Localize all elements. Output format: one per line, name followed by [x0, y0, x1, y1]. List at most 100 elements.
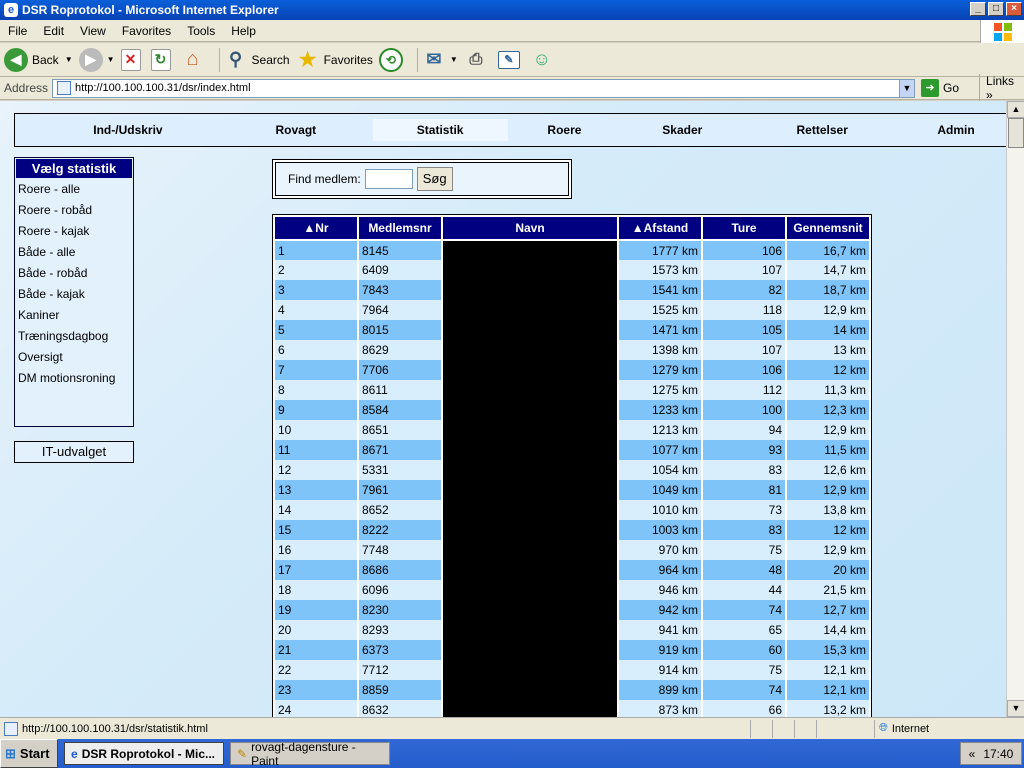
- cell-navn: [441, 660, 619, 680]
- search-button[interactable]: ⚲ Search: [224, 48, 290, 72]
- messenger-button[interactable]: ☺: [530, 48, 558, 72]
- cell-medlemsnr: 8629: [357, 340, 443, 360]
- cell-ture: 83: [701, 520, 787, 540]
- menu-file[interactable]: File: [0, 24, 35, 38]
- windows-logo-icon: [980, 20, 1024, 44]
- cell-gennemsnit: 12,1 km: [785, 660, 871, 680]
- home-button[interactable]: ⌂: [181, 48, 209, 72]
- cell-gennemsnit: 21,5 km: [785, 580, 871, 600]
- nav-rettelser[interactable]: Rettelser: [769, 119, 875, 141]
- menu-view[interactable]: View: [72, 24, 114, 38]
- nav-admin[interactable]: Admin: [903, 119, 1006, 141]
- cell-navn: [441, 580, 619, 600]
- stat-menu-item[interactable]: Kaniner: [15, 305, 133, 326]
- maximize-button[interactable]: □: [988, 2, 1004, 16]
- cell-nr: 12: [273, 460, 359, 480]
- history-icon: ⟲: [378, 47, 403, 72]
- cell-navn: [441, 440, 619, 460]
- stat-menu-item[interactable]: Roere - robåd: [15, 200, 133, 221]
- forward-button[interactable]: ▶ ▼: [78, 47, 115, 72]
- tray-expand-icon[interactable]: «: [969, 747, 976, 761]
- links-button[interactable]: Links »: [979, 74, 1024, 102]
- stop-icon: ✕: [120, 48, 141, 71]
- table-row: 3 7843 1541 km 82 18,7 km: [273, 280, 871, 300]
- go-button[interactable]: ➜ Go: [921, 79, 959, 97]
- scroll-thumb[interactable]: [1008, 118, 1024, 148]
- stat-menu-item[interactable]: Roere - kajak: [15, 221, 133, 242]
- address-dropdown-icon[interactable]: ▼: [899, 79, 914, 97]
- cell-medlemsnr: 8222: [357, 520, 443, 540]
- cell-navn: [441, 380, 619, 400]
- find-member-input[interactable]: [364, 169, 413, 189]
- print-button[interactable]: ⎙: [464, 48, 492, 72]
- vertical-scrollbar[interactable]: ▲ ▼: [1006, 101, 1024, 717]
- stat-menu-item[interactable]: Både - alle: [15, 242, 133, 263]
- col-ture-header[interactable]: Ture: [701, 215, 787, 241]
- cell-medlemsnr: 8015: [357, 320, 443, 340]
- cell-nr: 22: [273, 660, 359, 680]
- col-medlemsnr-header[interactable]: Medlemsnr: [357, 215, 443, 241]
- cell-gennemsnit: 12,9 km: [785, 420, 871, 440]
- menu-edit[interactable]: Edit: [35, 24, 72, 38]
- minimize-button[interactable]: _: [970, 2, 986, 16]
- stop-button[interactable]: ✕: [120, 48, 145, 71]
- table-row: 1 8145 1777 km 106 16,7 km: [273, 240, 871, 260]
- table-row: 15 8222 1003 km 83 12 km: [273, 520, 871, 540]
- nav-statistik[interactable]: Statistik: [372, 119, 508, 141]
- menu-help[interactable]: Help: [223, 24, 264, 38]
- favorites-button[interactable]: ★ Favorites: [296, 48, 373, 72]
- back-button[interactable]: ◀ Back ▼: [4, 47, 73, 72]
- mail-button[interactable]: ✉ ▼: [422, 48, 457, 72]
- menu-bar: File Edit View Favorites Tools Help: [0, 20, 1024, 42]
- cell-gennemsnit: 12,7 km: [785, 600, 871, 620]
- nav-roere[interactable]: Roere: [512, 119, 618, 141]
- nav-rovagt[interactable]: Rovagt: [243, 119, 349, 141]
- cell-navn: [441, 260, 619, 280]
- it-udvalget-link[interactable]: IT-udvalget: [14, 441, 134, 463]
- stat-menu: Vælg statistik Roere - alle Roere - robå…: [14, 157, 134, 427]
- address-input[interactable]: http://100.100.100.31/dsr/index.html ▼: [52, 78, 915, 98]
- window-titlebar: e DSR Roprotokol - Microsoft Internet Ex…: [0, 0, 1024, 20]
- menu-favorites[interactable]: Favorites: [114, 24, 179, 38]
- stat-menu-item[interactable]: Træningsdagbog: [15, 326, 133, 347]
- col-navn-header[interactable]: Navn: [441, 215, 619, 241]
- nav-skader[interactable]: Skader: [629, 119, 735, 141]
- taskbar-paint-window[interactable]: ✎ rovagt-dagensture - Paint: [230, 740, 390, 768]
- cell-afstand: 1471 km: [617, 320, 703, 340]
- menu-tools[interactable]: Tools: [179, 24, 223, 38]
- col-afstand-header[interactable]: ▲Afstand: [617, 215, 703, 241]
- start-button[interactable]: ⊞ Start: [0, 739, 58, 768]
- cell-gennemsnit: 14,7 km: [785, 260, 871, 280]
- cell-gennemsnit: 12,9 km: [785, 540, 871, 560]
- stat-menu-item[interactable]: Både - kajak: [15, 284, 133, 305]
- cell-ture: 60: [701, 640, 787, 660]
- cell-afstand: 1213 km: [617, 420, 703, 440]
- address-label: Address: [4, 81, 49, 95]
- table-row: 19 8230 942 km 74 12,7 km: [273, 600, 871, 620]
- history-button[interactable]: ⟲: [378, 47, 407, 72]
- cell-nr: 6: [273, 340, 359, 360]
- scroll-down-icon[interactable]: ▼: [1007, 700, 1024, 717]
- cell-navn: [441, 460, 619, 480]
- cell-nr: 4: [273, 300, 359, 320]
- taskbar-ie-window[interactable]: e DSR Roprotokol - Mic...: [64, 742, 224, 765]
- edit-button[interactable]: ✎: [497, 50, 524, 69]
- stat-menu-item[interactable]: Roere - alle: [15, 179, 133, 200]
- stat-menu-item[interactable]: Oversigt: [15, 347, 133, 368]
- scroll-up-icon[interactable]: ▲: [1007, 101, 1024, 118]
- nav-ind-udskriv[interactable]: Ind-/Udskriv: [75, 119, 181, 141]
- search-submit-button[interactable]: Søg: [416, 167, 453, 191]
- cell-nr: 20: [273, 620, 359, 640]
- cell-nr: 9: [273, 400, 359, 420]
- refresh-button[interactable]: ↻: [150, 48, 175, 71]
- home-icon: ⌂: [186, 48, 199, 70]
- close-button[interactable]: ×: [1006, 2, 1022, 16]
- stat-menu-item[interactable]: DM motionsroning: [15, 368, 133, 389]
- refresh-icon: ↻: [150, 48, 171, 71]
- cell-nr: 5: [273, 320, 359, 340]
- table-row: 13 7961 1049 km 81 12,9 km: [273, 480, 871, 500]
- cell-afstand: 942 km: [617, 600, 703, 620]
- col-gennemsnit-header[interactable]: Gennemsnit: [785, 215, 871, 241]
- stat-menu-item[interactable]: Både - robåd: [15, 263, 133, 284]
- col-nr-header[interactable]: ▲Nr: [273, 215, 359, 241]
